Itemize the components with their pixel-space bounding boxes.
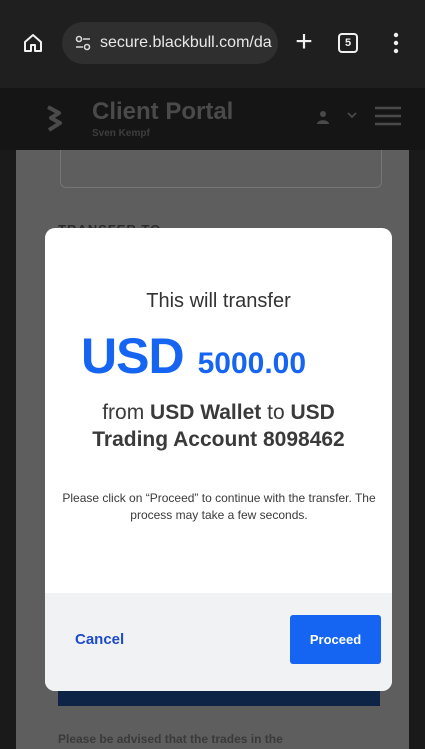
- currency-code: USD: [81, 328, 185, 384]
- address-bar[interactable]: secure.blackbull.com/da: [62, 22, 278, 64]
- site-settings-icon[interactable]: [74, 34, 92, 52]
- blackbull-logo-icon[interactable]: [44, 104, 64, 132]
- portal-title: Client Portal: [92, 98, 234, 125]
- advisory-text: Please be advised that the trades in the: [58, 732, 283, 746]
- more-menu-icon[interactable]: [392, 30, 400, 56]
- portal-header: Client Portal Sven Kempf: [0, 88, 425, 150]
- dialog-note: Please click on “Proceed” to continue wi…: [62, 491, 376, 522]
- proceed-button[interactable]: Proceed: [290, 615, 381, 664]
- browser-toolbar: secure.blackbull.com/da + 5: [0, 0, 425, 88]
- dialog-footer: Cancel Proceed: [45, 593, 392, 691]
- transfer-amount: USD 5000.00: [81, 327, 306, 385]
- to-currency: USD: [290, 401, 335, 424]
- url-text[interactable]: secure.blackbull.com/da: [100, 34, 272, 52]
- amount-value: 5000.00: [197, 347, 307, 380]
- home-icon[interactable]: [22, 32, 44, 54]
- from-prefix: from: [102, 401, 145, 424]
- to-word: to: [267, 401, 285, 424]
- hamburger-menu-icon[interactable]: [374, 105, 402, 127]
- to-account: Trading Account 8098462: [92, 428, 345, 451]
- transfer-confirmation-dialog: This will transfer USD 5000.00 from USD …: [45, 228, 392, 691]
- from-account: USD Wallet: [150, 401, 262, 424]
- tab-switcher-icon[interactable]: 5: [338, 33, 358, 53]
- chevron-down-icon[interactable]: [346, 110, 358, 120]
- transfer-route-line-1: from USD Wallet to USD: [45, 401, 392, 425]
- new-tab-icon[interactable]: +: [292, 26, 316, 58]
- user-name: Sven Kempf: [92, 128, 150, 139]
- account-selector[interactable]: [60, 150, 382, 188]
- user-icon[interactable]: [316, 110, 330, 124]
- dialog-lead: This will transfer: [146, 290, 291, 312]
- cancel-button[interactable]: Cancel: [75, 631, 124, 648]
